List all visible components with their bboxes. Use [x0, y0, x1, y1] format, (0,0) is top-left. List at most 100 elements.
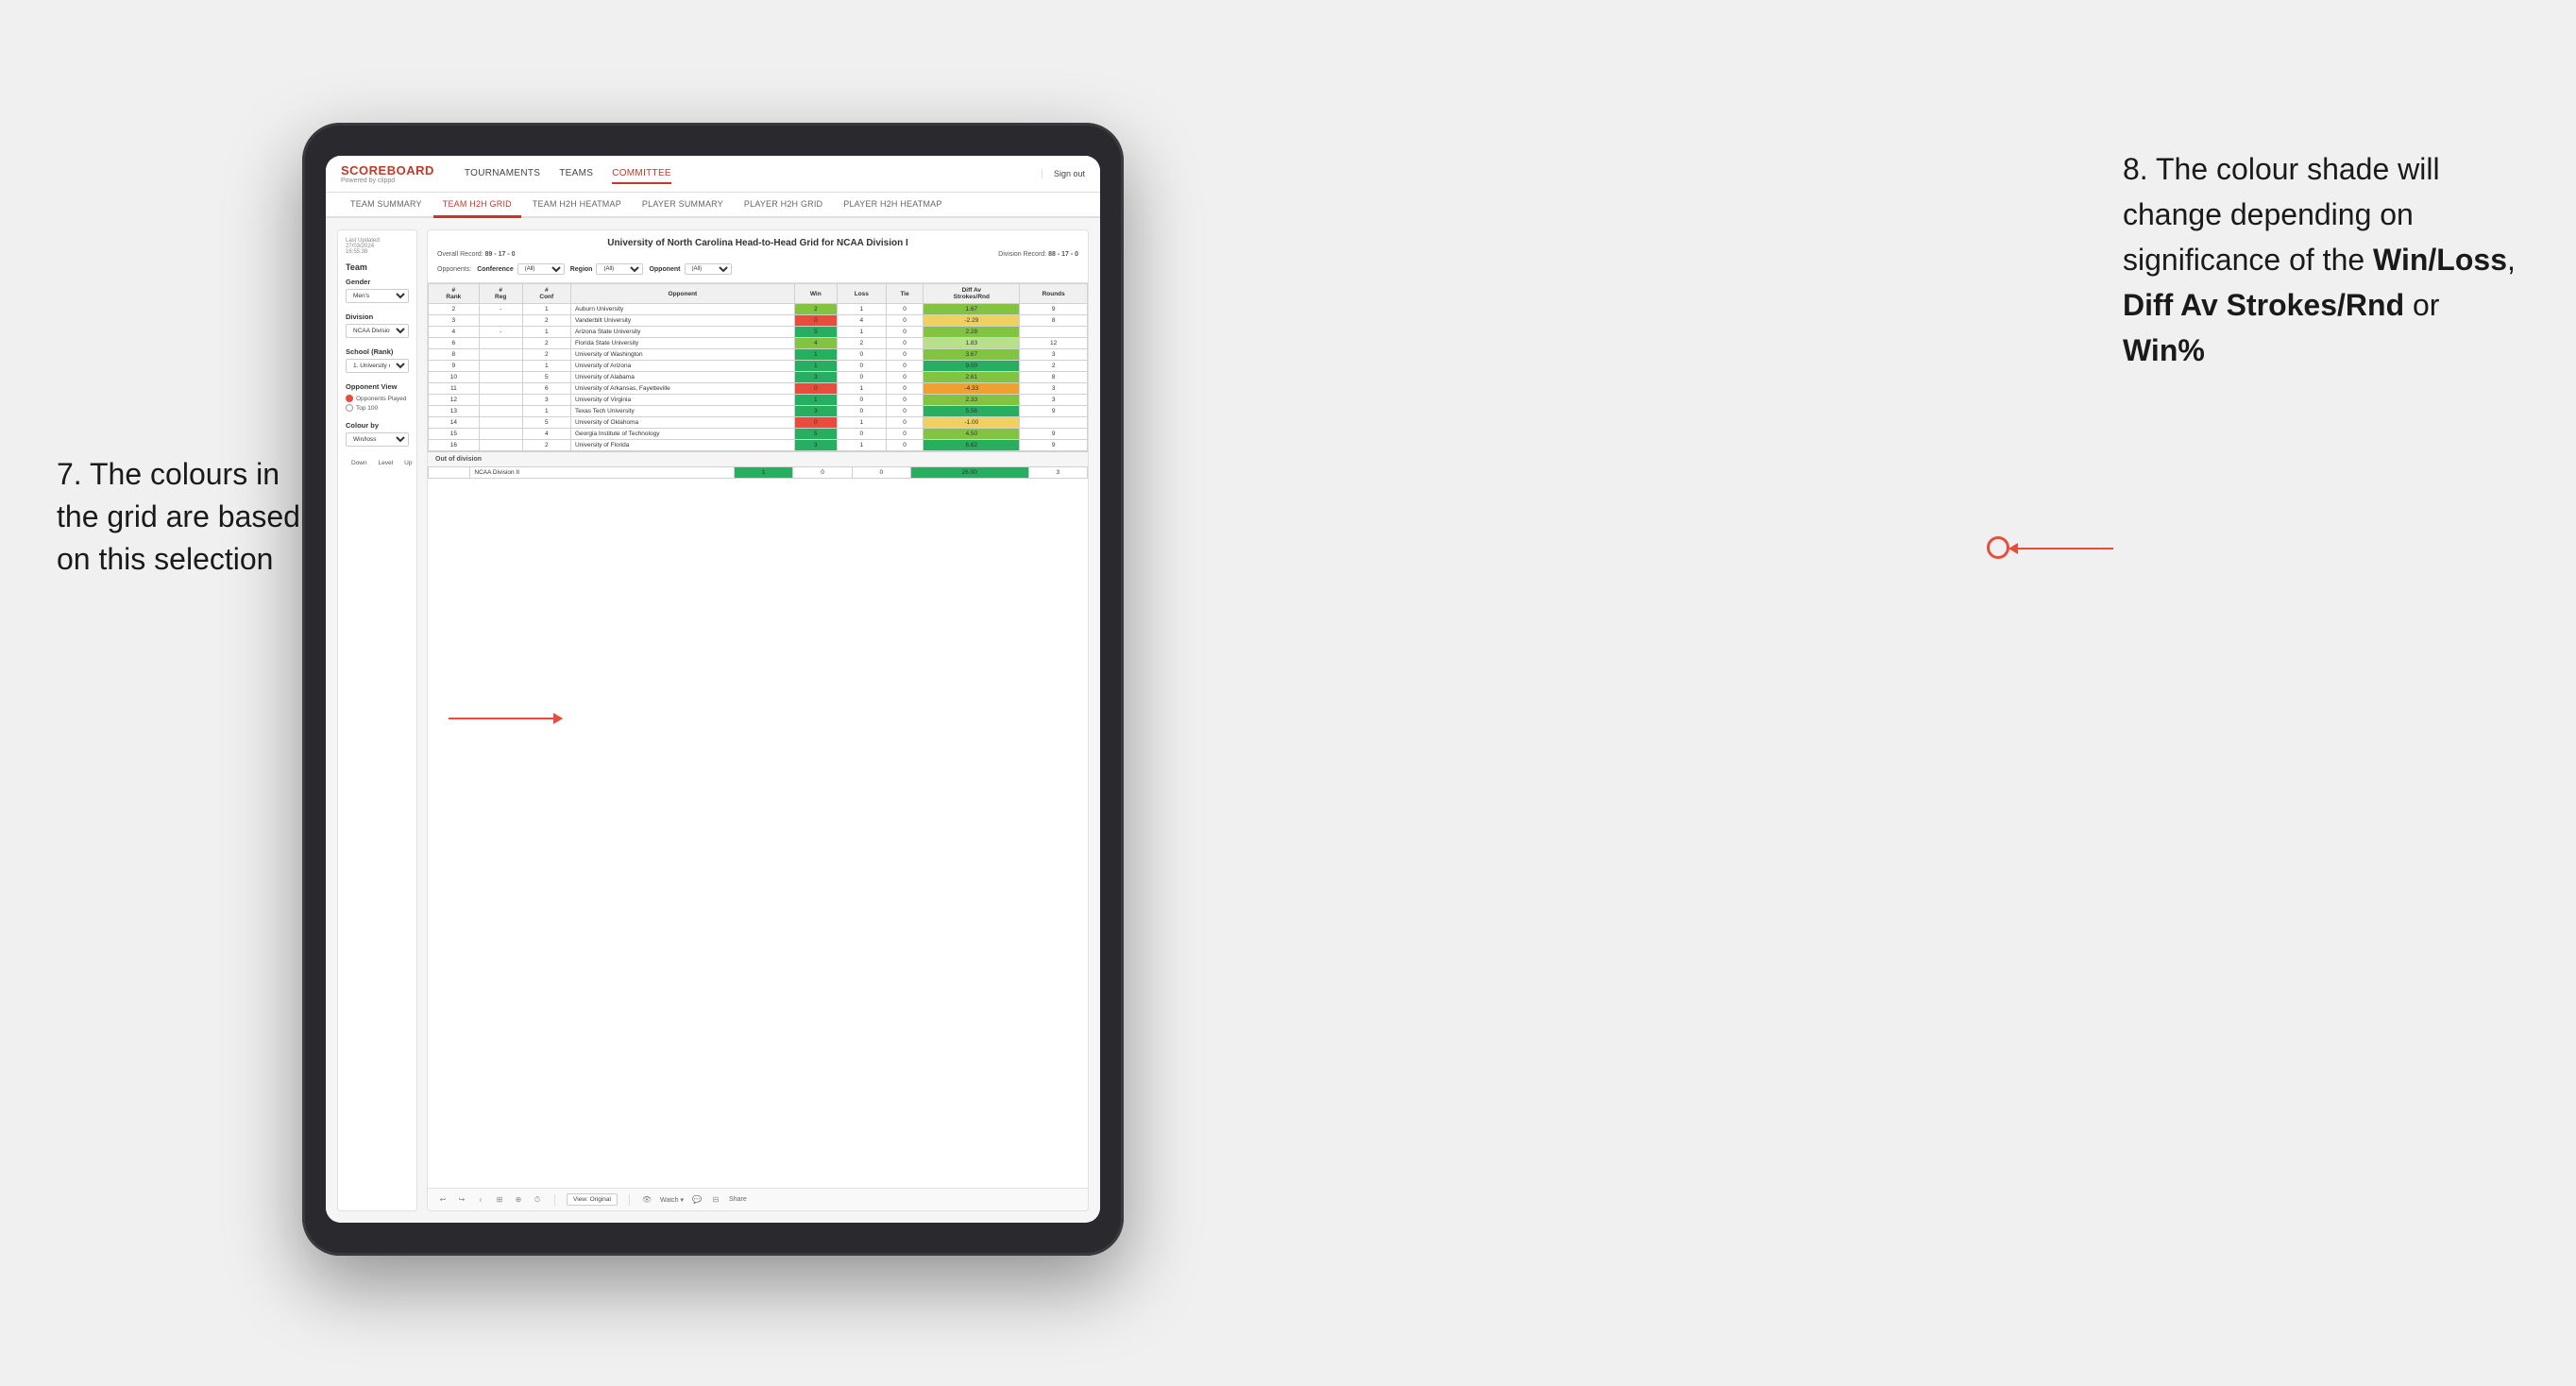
- cell-loss: 1: [837, 417, 886, 429]
- tab-player-h2h-heatmap[interactable]: PLAYER H2H HEATMAP: [834, 193, 951, 216]
- cell-opponent: Auburn University: [570, 304, 794, 315]
- cell-opponent: Vanderbilt University: [570, 315, 794, 327]
- conference-filter-group: Conference (All): [477, 263, 565, 275]
- cell-opponent: Florida State University: [570, 338, 794, 349]
- watch-icon[interactable]: 👁: [641, 1194, 652, 1206]
- od-diff: 26.00: [910, 467, 1028, 479]
- school-label: School (Rank): [346, 347, 409, 356]
- back-icon[interactable]: ‹: [475, 1194, 486, 1206]
- cell-opponent: Arizona State University: [570, 327, 794, 338]
- od-spacer: [429, 467, 470, 479]
- cell-opponent: University of Virginia: [570, 395, 794, 406]
- region-filter-group: Region (All): [570, 263, 644, 275]
- table-row: 9 1 University of Arizona 1 0 0 9.00 2: [429, 361, 1088, 372]
- cell-reg: [479, 349, 522, 361]
- nav-bar: SCOREBOARD Powered by clippd TOURNAMENTS…: [326, 156, 1100, 193]
- toolbar-sep: [554, 1194, 555, 1206]
- cell-reg: -: [479, 304, 522, 315]
- view-original-btn[interactable]: View: Original: [567, 1193, 618, 1206]
- gender-select[interactable]: Men's: [346, 289, 409, 303]
- table-row: 16 2 University of Florida 3 1 0 6.62 9: [429, 440, 1088, 451]
- cell-rounds: 3: [1020, 395, 1088, 406]
- tab-team-h2h-heatmap[interactable]: TEAM H2H HEATMAP: [523, 193, 631, 216]
- top100-radio[interactable]: Top 100: [346, 404, 409, 412]
- school-select[interactable]: 1. University of Nort...: [346, 359, 409, 373]
- grid-view-icon[interactable]: ⊟: [710, 1194, 721, 1206]
- tab-player-summary[interactable]: PLAYER SUMMARY: [633, 193, 733, 216]
- col-rounds: Rounds: [1020, 284, 1088, 304]
- cell-opponent: University of Arkansas, Fayetteville: [570, 383, 794, 395]
- cell-win: 1: [794, 349, 837, 361]
- opponents-played-radio[interactable]: Opponents Played: [346, 395, 409, 402]
- cell-rounds: 12: [1020, 338, 1088, 349]
- clock-icon[interactable]: ⏱: [532, 1194, 543, 1206]
- cell-loss: 0: [837, 361, 886, 372]
- tab-player-h2h-grid[interactable]: PLAYER H2H GRID: [735, 193, 832, 216]
- cell-conf: 6: [522, 383, 570, 395]
- cell-win: 0: [794, 383, 837, 395]
- cell-reg: [479, 361, 522, 372]
- comment-icon[interactable]: 💬: [691, 1194, 703, 1206]
- cell-conf: 3: [522, 395, 570, 406]
- cell-tie: 0: [886, 406, 923, 417]
- cell-conf: 2: [522, 315, 570, 327]
- region-filter-select[interactable]: (All): [596, 263, 643, 275]
- cell-win: 0: [794, 315, 837, 327]
- tab-team-summary[interactable]: TEAM SUMMARY: [341, 193, 432, 216]
- cell-rounds: 9: [1020, 406, 1088, 417]
- cell-opponent: University of Oklahoma: [570, 417, 794, 429]
- redo-icon[interactable]: ↪: [456, 1194, 467, 1206]
- division-section: Division NCAA Division I: [346, 313, 409, 338]
- cell-tie: 0: [886, 361, 923, 372]
- colour-by-select[interactable]: Win/loss: [346, 432, 409, 447]
- cell-tie: 0: [886, 440, 923, 451]
- division-label: Division: [346, 313, 409, 321]
- main-content: Last Updated: 27/03/202416:55:38 Team Ge…: [326, 218, 1100, 1223]
- logo-sub: Powered by clippd: [341, 177, 434, 184]
- od-tie: 0: [852, 467, 910, 479]
- cell-diff: -1.00: [924, 417, 1020, 429]
- division-select[interactable]: NCAA Division I: [346, 324, 409, 338]
- arrow-left: [449, 718, 562, 719]
- opponent-filter-select[interactable]: (All): [685, 263, 732, 275]
- timestamp: Last Updated: 27/03/202416:55:38: [346, 238, 409, 255]
- nav-tournaments[interactable]: TOURNAMENTS: [465, 164, 540, 184]
- opponent-view-section: Opponent View Opponents Played Top 100: [346, 382, 409, 412]
- share-label[interactable]: Share: [729, 1196, 747, 1203]
- data-table: #Rank #Reg #Conf Opponent Win Loss Tie D…: [428, 283, 1088, 1188]
- nav-teams[interactable]: TEAMS: [559, 164, 593, 184]
- cell-rounds: 3: [1020, 349, 1088, 361]
- cell-diff: -2.29: [924, 315, 1020, 327]
- cell-reg: [479, 406, 522, 417]
- table-row: 3 2 Vanderbilt University 0 4 0 -2.29 8: [429, 315, 1088, 327]
- cell-reg: [479, 429, 522, 440]
- nav-committee[interactable]: COMMITTEE: [612, 164, 671, 184]
- conference-filter-select[interactable]: (All): [517, 263, 565, 275]
- sign-out-link[interactable]: Sign out: [1042, 169, 1085, 178]
- cell-rank: 2: [429, 304, 480, 315]
- cell-rank: 3: [429, 315, 480, 327]
- cell-opponent: University of Arizona: [570, 361, 794, 372]
- cell-conf: 1: [522, 304, 570, 315]
- zoom-icon[interactable]: ⊕: [513, 1194, 524, 1206]
- cell-rank: 4: [429, 327, 480, 338]
- undo-icon[interactable]: ↩: [437, 1194, 449, 1206]
- cell-rounds: 9: [1020, 429, 1088, 440]
- watch-label[interactable]: Watch ▾: [660, 1196, 684, 1204]
- legend-row: Down Level Up: [346, 456, 409, 469]
- colour-by-label: Colour by: [346, 421, 409, 430]
- fit-icon[interactable]: ⊞: [494, 1194, 505, 1206]
- cell-diff: 2.28: [924, 327, 1020, 338]
- table-row: 2 - 1 Auburn University 2 1 0 1.67 9: [429, 304, 1088, 315]
- cell-win: 5: [794, 429, 837, 440]
- radio-dot-top100: [346, 404, 353, 412]
- grid-records: Overall Record: 89 - 17 - 0 Division Rec…: [437, 251, 1078, 258]
- cell-opponent: University of Alabama: [570, 372, 794, 383]
- nav-items: TOURNAMENTS TEAMS COMMITTEE: [465, 164, 1019, 184]
- cell-loss: 1: [837, 327, 886, 338]
- annotation-right: 8. The colour shade will change dependin…: [2123, 146, 2519, 373]
- cell-loss: 1: [837, 383, 886, 395]
- cell-win: 1: [794, 361, 837, 372]
- tab-team-h2h-grid[interactable]: TEAM H2H GRID: [433, 193, 521, 218]
- toolbar-sep2: [629, 1194, 630, 1206]
